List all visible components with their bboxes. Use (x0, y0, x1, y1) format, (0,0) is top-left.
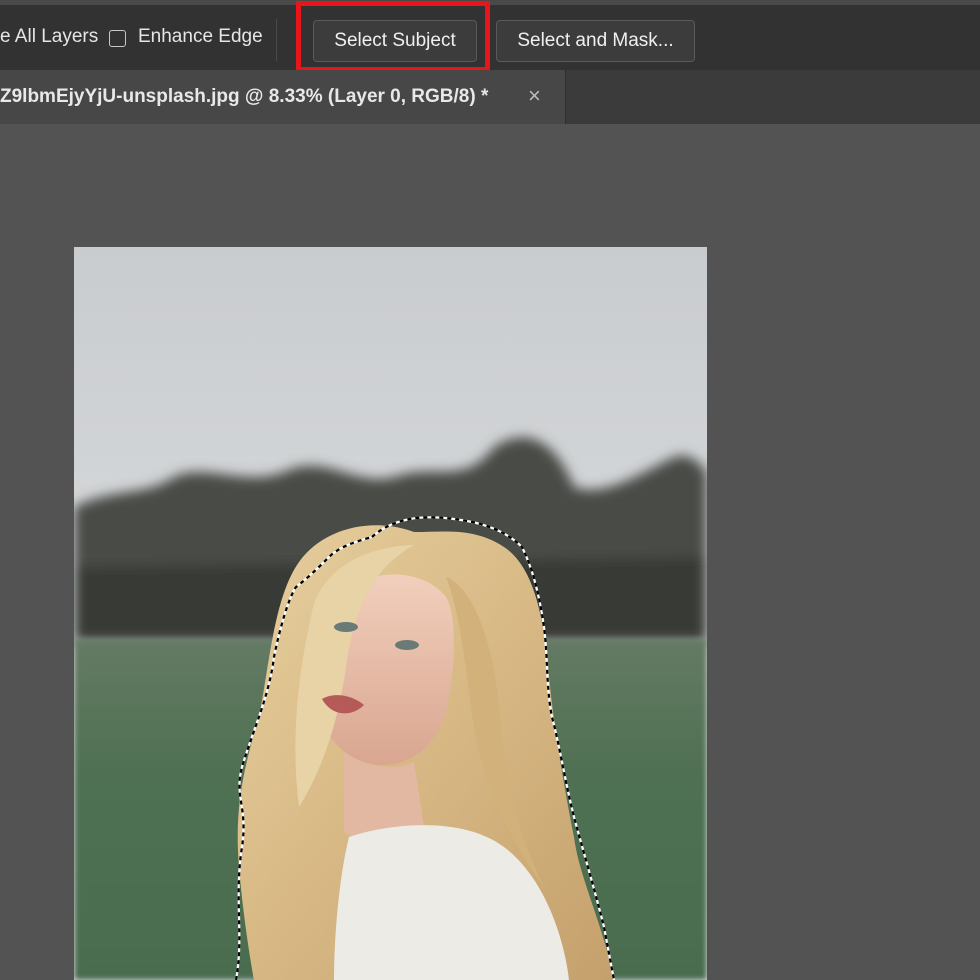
enhance-edge-checkbox-icon[interactable] (109, 30, 126, 47)
sample-all-layers-label[interactable]: e All Layers (0, 25, 98, 49)
options-bar: e All Layers Enhance Edge Select Subject… (0, 0, 980, 72)
enhance-edge-label[interactable]: Enhance Edge (138, 25, 263, 49)
photo-illustration (74, 247, 707, 980)
document-canvas-image[interactable] (74, 247, 707, 980)
document-tab-title: Z9lbmEjyYjU-unsplash.jpg @ 8.33% (Layer … (0, 86, 489, 107)
document-tab-strip: Z9lbmEjyYjU-unsplash.jpg @ 8.33% (Layer … (0, 70, 980, 124)
options-divider (276, 19, 277, 61)
select-subject-button[interactable]: Select Subject (313, 20, 477, 62)
select-and-mask-button[interactable]: Select and Mask... (496, 20, 695, 62)
document-tab[interactable]: Z9lbmEjyYjU-unsplash.jpg @ 8.33% (Layer … (0, 70, 566, 124)
close-icon[interactable]: × (528, 82, 541, 110)
